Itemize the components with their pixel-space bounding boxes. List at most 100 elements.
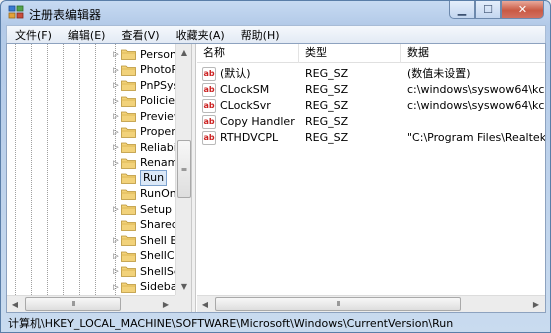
scroll-left-arrow-icon[interactable]: ◀ — [197, 296, 213, 312]
window-controls: ▁ ☐ ✕ — [449, 1, 544, 20]
tree-expander-icon[interactable]: ▷ — [111, 236, 121, 244]
value-row[interactable]: ab (默认) REG_SZ (数值未设置) — [197, 66, 545, 82]
scroll-up-arrow-icon[interactable]: ▲ — [176, 44, 191, 60]
folder-icon — [121, 204, 136, 215]
value-data: "C:\Program Files\Realtek\Aud — [407, 131, 545, 144]
value-name: CLockSM — [220, 83, 270, 96]
folder-icon — [121, 158, 136, 169]
value-list: 名称 类型 数据 ab (默认) REG_SZ (数值未设置) ab CLockSM REG… — [197, 44, 545, 312]
column-data[interactable]: 数据 — [401, 44, 545, 63]
menu-help[interactable]: 帮助(H) — [233, 27, 288, 44]
scroll-down-arrow-icon[interactable]: ▼ — [176, 278, 191, 294]
pane-splitter[interactable] — [192, 44, 196, 312]
scroll-grip-icon: III — [179, 167, 188, 171]
value-name: Copy Handler — [220, 115, 295, 128]
tree-horizontal-scroll-thumb[interactable]: III — [25, 297, 121, 311]
tree-expander-icon[interactable]: ▷ — [111, 159, 121, 167]
tree-expander-icon[interactable]: ▷ — [111, 97, 121, 105]
tree-expander-icon[interactable]: ▷ — [111, 267, 121, 275]
tree-item-label: Setup — [140, 202, 173, 216]
tree-expander-icon[interactable]: ▷ — [111, 143, 121, 151]
string-value-icon: ab — [202, 99, 216, 113]
tree-vertical-scroll-thumb[interactable]: III — [177, 140, 191, 198]
registry-editor-icon — [8, 5, 24, 19]
value-data — [407, 114, 545, 130]
tree-guide-line — [15, 44, 16, 295]
folder-icon — [121, 96, 136, 107]
value-name: RTHDVCPL — [220, 131, 279, 144]
value-name: CLockSvr — [220, 99, 271, 112]
tree-expander-icon[interactable]: ▷ — [111, 205, 121, 213]
value-data: c:\windows\syswow64\kcolcte — [407, 83, 545, 96]
folder-icon — [121, 235, 136, 246]
scrollbar-corner — [175, 295, 191, 312]
value-row[interactable]: ab RTHDVCPL REG_SZ "C:\Program Files\Realte… — [197, 130, 545, 146]
tree-expander-icon[interactable]: ▷ — [111, 66, 121, 74]
folder-icon — [121, 251, 136, 262]
scroll-right-arrow-icon[interactable]: ▶ — [158, 296, 174, 312]
folder-icon — [121, 65, 136, 76]
registry-editor-window: 注册表编辑器 ▁ ☐ ✕ 文件(F) 编辑(E) 查看(V) 收藏夹(A) 帮助… — [0, 0, 551, 333]
value-type: REG_SZ — [305, 99, 349, 112]
folder-icon — [121, 266, 136, 277]
folder-icon — [121, 49, 136, 60]
scroll-right-arrow-icon[interactable]: ▶ — [528, 296, 544, 312]
menu-bar: 文件(F) 编辑(E) 查看(V) 收藏夹(A) 帮助(H) — [6, 25, 546, 44]
tree-expander-icon[interactable]: ▷ — [111, 128, 121, 136]
list-horizontal-scrollbar[interactable]: ◀ III ▶ — [197, 295, 545, 312]
value-name: (默认) — [220, 67, 251, 80]
menu-view[interactable]: 查看(V) — [113, 27, 167, 44]
tree-expander-icon[interactable]: ▷ — [111, 50, 121, 58]
tree-item-label: PnPSys — [140, 78, 180, 92]
string-value-icon: ab — [202, 131, 216, 145]
tree-item-label: Reliabil — [140, 140, 180, 154]
column-name[interactable]: 名称 — [197, 44, 299, 63]
tree-expander-icon[interactable]: ▷ — [111, 283, 121, 291]
folder-icon — [121, 189, 136, 200]
scroll-left-arrow-icon[interactable]: ◀ — [7, 296, 23, 312]
value-row[interactable]: ab CLockSvr REG_SZ c:\windows\syswow64\kcol… — [197, 98, 545, 114]
tree-horizontal-scrollbar[interactable]: ◀ III ▶ — [7, 295, 175, 312]
tree-vertical-scrollbar[interactable]: ▲ III ▼ — [175, 44, 191, 295]
scroll-grip-icon: III — [336, 300, 340, 308]
editor-content: ▷ Persona ▷ PhotoP ▷ PnPSys ▷ Policies ▷ Preview ▷… — [6, 43, 546, 313]
close-button[interactable]: ✕ — [501, 1, 544, 19]
registry-tree[interactable]: ▷ Persona ▷ PhotoP ▷ PnPSys ▷ Policies ▷ Preview ▷… — [7, 44, 192, 312]
title-bar[interactable]: 注册表编辑器 ▁ ☐ ✕ — [1, 1, 550, 25]
folder-icon — [121, 127, 136, 138]
column-type[interactable]: 类型 — [299, 44, 401, 63]
folder-icon — [121, 282, 136, 293]
tree-expander-icon[interactable]: ▷ — [111, 112, 121, 120]
tree-item-label: PhotoP — [140, 63, 179, 76]
folder-icon — [121, 111, 136, 122]
tree-guide-line — [95, 44, 96, 295]
string-value-icon: ab — [202, 67, 216, 81]
menu-edit[interactable]: 编辑(E) — [60, 27, 114, 44]
maximize-button[interactable]: ☐ — [475, 1, 501, 19]
minimize-button[interactable]: ▁ — [449, 1, 475, 19]
string-value-icon: ab — [202, 83, 216, 97]
tree-item-label: Renam — [140, 156, 179, 169]
value-row[interactable]: ab Copy Handler REG_SZ — [197, 114, 545, 130]
value-row[interactable]: ab CLockSM REG_SZ c:\windows\syswow64\kcolc… — [197, 82, 545, 98]
tree-expander-icon[interactable]: ▷ — [111, 81, 121, 89]
value-type: REG_SZ — [305, 115, 349, 128]
tree-guide-line — [31, 44, 32, 295]
value-type: REG_SZ — [305, 83, 349, 96]
column-header: 名称 类型 数据 — [197, 44, 545, 63]
tree-expander-icon[interactable]: ▷ — [111, 252, 121, 260]
menu-favorites[interactable]: 收藏夹(A) — [168, 27, 233, 44]
tree-guide-line — [47, 44, 48, 295]
tree-item[interactable]: ▷ Sidebar — [111, 278, 185, 296]
folder-icon — [121, 173, 136, 184]
value-data: c:\windows\syswow64\kcolcte — [407, 99, 545, 112]
folder-icon — [121, 80, 136, 91]
folder-icon — [121, 220, 136, 231]
value-type: REG_SZ — [305, 67, 349, 80]
menu-file[interactable]: 文件(F) — [7, 27, 60, 44]
scroll-grip-icon: III — [71, 300, 75, 308]
list-horizontal-scroll-thumb[interactable]: III — [215, 297, 461, 311]
string-value-icon: ab — [202, 115, 216, 129]
value-data: (数值未设置) — [407, 67, 471, 80]
status-bar-path: 计算机\HKEY_LOCAL_MACHINE\SOFTWARE\Microsof… — [8, 317, 454, 330]
